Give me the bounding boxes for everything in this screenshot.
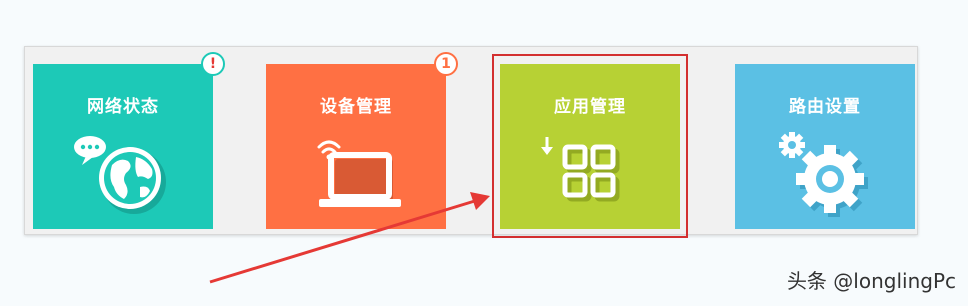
laptop-wifi-icon <box>266 124 446 224</box>
tile-network-status[interactable]: 网络状态 ! <box>33 52 225 229</box>
alert-badge: ! <box>201 52 225 76</box>
notification-count-badge: 1 <box>434 52 458 76</box>
apps-grid-icon <box>500 124 680 224</box>
watermark: 头条 @longlingPc <box>786 269 956 293</box>
tile-device-management-label: 设备管理 <box>320 97 392 117</box>
globe-chat-icon <box>33 124 213 224</box>
tile-router-settings-label: 路由设置 <box>789 97 861 117</box>
tile-network-status-label: 网络状态 <box>87 97 159 117</box>
screenshot-stage: 网络状态 ! 设备管理 1 应用管理 路由设置 头条 @longlingPc <box>0 0 968 306</box>
tile-app-management-label: 应用管理 <box>554 97 626 117</box>
tile-router-settings[interactable]: 路由设置 <box>735 64 915 229</box>
tile-device-management[interactable]: 设备管理 1 <box>266 52 458 229</box>
tile-app-management[interactable]: 应用管理 <box>500 64 680 229</box>
gears-icon <box>735 124 915 224</box>
